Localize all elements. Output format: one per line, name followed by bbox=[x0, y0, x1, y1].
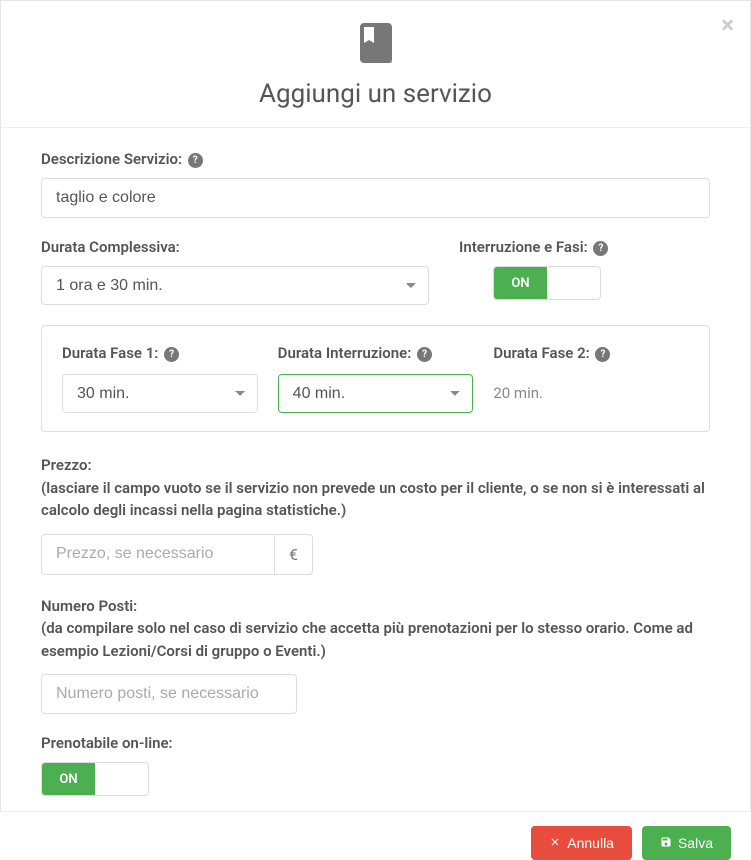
phase1-label: Durata Fase 1: ? bbox=[62, 344, 258, 362]
interruption-duration-select[interactable]: 40 min. bbox=[278, 374, 474, 413]
duration-select[interactable]: 1 ora e 30 min. bbox=[41, 266, 429, 305]
currency-addon: € bbox=[274, 534, 313, 575]
toggle-on-label: ON bbox=[494, 267, 547, 299]
cancel-button[interactable]: Annulla bbox=[531, 826, 632, 860]
help-icon[interactable]: ? bbox=[164, 347, 179, 362]
price-input[interactable] bbox=[41, 534, 274, 575]
book-icon bbox=[352, 19, 400, 71]
close-button[interactable]: × bbox=[721, 13, 734, 37]
save-icon bbox=[660, 835, 672, 851]
interruption-duration-group: Durata Interruzione: ? 40 min. bbox=[278, 344, 474, 413]
seats-label: Numero Posti: (da compilare solo nel cas… bbox=[41, 595, 710, 663]
toggle-on-label: ON bbox=[42, 763, 95, 795]
interruption-group: Interruzione e Fasi: ? ON bbox=[459, 238, 710, 305]
interruption-duration-label: Durata Interruzione: ? bbox=[278, 344, 474, 362]
bookable-label: Prenotabile on-line: bbox=[41, 734, 710, 752]
duration-label: Durata Complessiva: bbox=[41, 238, 429, 256]
save-button[interactable]: Salva bbox=[642, 826, 731, 860]
close-icon bbox=[549, 835, 561, 851]
toggle-handle bbox=[95, 763, 148, 795]
bookable-group: Prenotabile on-line: ON bbox=[41, 734, 710, 796]
price-label: Prezzo: (lasciare il campo vuoto se il s… bbox=[41, 454, 710, 522]
bookable-toggle[interactable]: ON bbox=[41, 762, 149, 796]
modal-body: Descrizione Servizio: ? Durata Complessi… bbox=[1, 128, 750, 826]
modal-title: Aggiungi un servizio bbox=[21, 79, 730, 109]
phase2-label: Durata Fase 2: ? bbox=[493, 344, 689, 362]
help-icon[interactable]: ? bbox=[595, 347, 610, 362]
interruption-label: Interruzione e Fasi: ? bbox=[459, 238, 710, 256]
phase1-group: Durata Fase 1: ? 30 min. bbox=[62, 344, 258, 413]
modal-footer: Annulla Salva bbox=[0, 811, 751, 860]
description-input[interactable] bbox=[41, 178, 710, 218]
help-icon[interactable]: ? bbox=[417, 347, 432, 362]
phase2-value: 20 min. bbox=[493, 374, 689, 402]
duration-row: Durata Complessiva: 1 ora e 30 min. Inte… bbox=[41, 238, 710, 325]
price-input-group: € bbox=[41, 534, 313, 575]
phase1-select[interactable]: 30 min. bbox=[62, 374, 258, 413]
add-service-modal: × Aggiungi un servizio Descrizione Servi… bbox=[0, 0, 751, 827]
description-label: Descrizione Servizio: ? bbox=[41, 150, 710, 168]
phase2-group: Durata Fase 2: ? 20 min. bbox=[493, 344, 689, 413]
interruption-toggle[interactable]: ON bbox=[493, 266, 601, 300]
price-group: Prezzo: (lasciare il campo vuoto se il s… bbox=[41, 454, 710, 575]
modal-header: Aggiungi un servizio bbox=[1, 1, 750, 128]
description-group: Descrizione Servizio: ? bbox=[41, 150, 710, 218]
toggle-handle bbox=[547, 267, 600, 299]
help-icon[interactable]: ? bbox=[593, 241, 608, 256]
help-icon[interactable]: ? bbox=[188, 153, 203, 168]
seats-input[interactable] bbox=[41, 674, 297, 714]
duration-group: Durata Complessiva: 1 ora e 30 min. bbox=[41, 238, 429, 305]
seats-group: Numero Posti: (da compilare solo nel cas… bbox=[41, 595, 710, 715]
phases-box: Durata Fase 1: ? 30 min. Durata Interruz… bbox=[41, 325, 710, 432]
